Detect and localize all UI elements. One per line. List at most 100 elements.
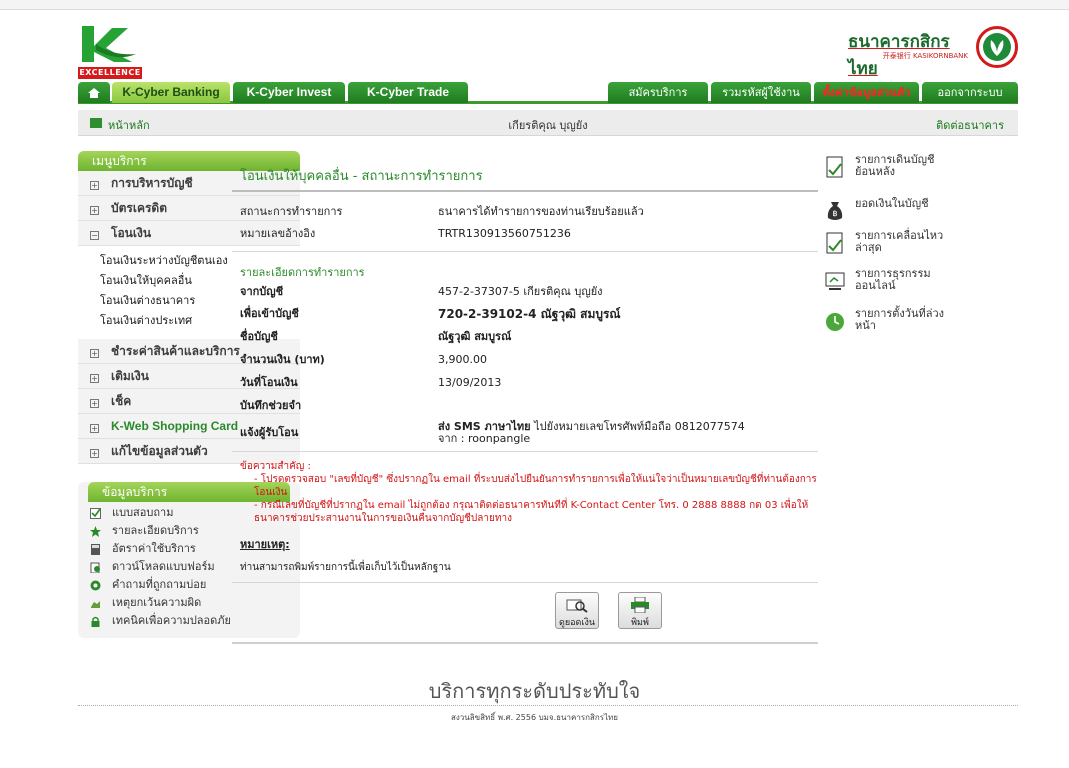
expand-icon: + (90, 424, 99, 433)
tab-k-cyber-invest[interactable]: K-Cyber Invest (233, 82, 345, 103)
bank-name-eng: 开泰银行 KASIKORNBANK (882, 52, 968, 60)
bank-seal-icon (976, 26, 1018, 68)
service-label: เหตุยกเว้นความผิด (112, 596, 202, 609)
detail-header: รายละเอียดการทำรายการ (240, 266, 365, 279)
quick-label: รายการเคลื่อนไหวล่าสุด (855, 229, 944, 254)
monitor-icon (825, 272, 845, 290)
faq-icon (90, 580, 101, 591)
divider (232, 251, 818, 252)
download-icon (90, 562, 100, 573)
expand-icon: + (90, 349, 99, 358)
account-name-value: ณัฐวุฒิ สมบูรณ์ (438, 330, 512, 343)
menu-label: การบริหารบัญชี (111, 176, 193, 190)
tab-user-ids[interactable]: รวมรหัสผู้ใช้งาน (711, 82, 811, 103)
service-label: ดาวน์โหลดแบบฟอร์ม (112, 560, 215, 573)
service-security-tips[interactable]: เทคนิคเพื่อความปลอดภัย (78, 612, 300, 630)
quick-scheduled[interactable]: รายการตั้งวันที่ล่วงหน้า (825, 308, 945, 342)
tab-k-cyber-banking[interactable]: K-Cyber Banking (112, 82, 230, 103)
footer-divider (78, 705, 1018, 706)
clock-icon (826, 313, 844, 331)
menu-label: โอนเงิน (111, 226, 152, 240)
status-label: สถานะการทำรายการ (240, 205, 343, 218)
amount-value: 3,900.00 (438, 353, 487, 366)
magnifier-icon (566, 599, 588, 613)
browser-top-strip (0, 0, 1069, 10)
account-name-label: ชื่อบัญชี (240, 330, 278, 343)
view-balance-button[interactable]: ดูยอดเงิน (555, 592, 599, 629)
important-notice: ข้อความสำคัญ : - โปรดตรวจสอบ "เลขที่บัญช… (240, 460, 818, 525)
bottom-divider (232, 642, 818, 644)
service-exception[interactable]: เหตุยกเว้นความผิด (78, 594, 300, 612)
divider (232, 451, 818, 452)
remark-text: ท่านสามารถพิมพ์รายการนี้เพื่อเก็บไว้เป็น… (240, 562, 451, 573)
notify-from: จาก : roonpangle (438, 432, 531, 445)
home-tab[interactable] (78, 82, 110, 103)
expand-icon: + (90, 181, 99, 190)
expand-icon: + (90, 206, 99, 215)
menu-label: เช็ค (111, 394, 132, 408)
contact-bank-link[interactable]: ติดต่อธนาคาร (936, 116, 1004, 134)
quick-label: รายการธุรกรรมออนไลน์ (855, 267, 931, 292)
money-bag-icon: ฿ (827, 202, 843, 220)
important-title: ข้อความสำคัญ : (240, 461, 311, 472)
reference-value: TRTR130913560751236 (438, 227, 571, 240)
menu-label: เติมเงิน (111, 369, 149, 383)
printer-icon (631, 597, 649, 613)
home-icon (88, 88, 100, 98)
divider (232, 582, 818, 583)
tab-logout[interactable]: ออกจากระบบ (922, 82, 1018, 103)
tab-personal-settings[interactable]: ตั้งค่าข้อมูลส่วนตัว (814, 82, 919, 103)
k-logo-icon (82, 26, 136, 62)
menu-label: แก้ไขข้อมูลส่วนตัว (111, 444, 208, 458)
expand-icon: + (90, 374, 99, 383)
print-button[interactable]: พิมพ์ (618, 592, 662, 629)
from-account-label: จากบัญชี (240, 285, 284, 298)
statement-icon (826, 156, 843, 178)
tab-k-cyber-trade[interactable]: K-Cyber Trade (348, 82, 468, 103)
lock-icon (91, 616, 100, 627)
amount-label: จำนวนเงิน (บาท) (240, 353, 325, 366)
to-account-label: เพื่อเข้าบัญชี (240, 307, 299, 320)
menu-label: บัตรเครดิต (111, 201, 168, 215)
service-label: อัตราค่าใช้บริการ (112, 542, 196, 555)
menu-label: ชำระค่าสินค้าและบริการ (111, 344, 240, 358)
star-icon (90, 526, 101, 537)
to-account-value: 720-2-39102-4 ณัฐวุฒิ สมบูรณ์ (438, 307, 621, 321)
kasikornbank-logo: ธนาคารกสิกรไทย 开泰银行 KASIKORNBANK (848, 24, 1018, 79)
expand-icon: + (90, 399, 99, 408)
transfer-date-label: วันที่โอนเงิน (240, 376, 298, 389)
important-item-2: - กรณีเลขที่บัญชีที่ปรากฏใน email ไม่ถูก… (254, 500, 809, 524)
user-name: เกียรติคุณ บุญยัง (508, 119, 588, 132)
checkbox-icon (90, 508, 101, 519)
excellence-label: EXCELLENCE (78, 67, 142, 79)
svg-text:฿: ฿ (832, 209, 837, 218)
tab-register[interactable]: สมัครบริการ (608, 82, 708, 103)
menu-label: K-Web Shopping Card (111, 419, 239, 433)
sub-header-bar: หน้าหลัก เกียรติคุณ บุญยัง ติดต่อธนาคาร (78, 110, 1018, 136)
view-balance-label: ดูยอดเงิน (559, 618, 595, 628)
collapse-icon: − (90, 231, 99, 240)
from-account-value: 457-2-37307-5 เกียรติคุณ บุญยัง (438, 285, 603, 298)
main-nav: K-Cyber Banking K-Cyber Invest K-Cyber T… (78, 82, 1018, 104)
memo-label: บันทึกช่วยจำ (240, 399, 302, 412)
quick-balance[interactable]: ฿ ยอดเงินในบัญชี (825, 196, 945, 230)
k-excellence-logo[interactable]: EXCELLENCE (78, 24, 142, 79)
service-label: คำถามที่ถูกถามบ่อย (112, 578, 207, 591)
service-faq[interactable]: คำถามที่ถูกถามบ่อย (78, 576, 300, 594)
expand-icon: + (90, 449, 99, 458)
quick-label: รายการตั้งวันที่ล่วงหน้า (855, 307, 945, 332)
page-title: โอนเงินให้บุคคลอื่น - สถานะการทำรายการ (240, 169, 483, 184)
status-value: ธนาคารได้ทำรายการของท่านเรียบร้อยแล้ว (438, 205, 644, 218)
quick-recent-activity[interactable]: รายการเคลื่อนไหวล่าสุด (825, 230, 945, 264)
notify-label: แจ้งผู้รับโอน (240, 426, 299, 439)
title-divider (232, 190, 818, 192)
footer-copyright: สงวนลิขสิทธิ์ พ.ศ. 2556 บมจ.ธนาคารกสิกรไ… (450, 713, 618, 722)
quick-statement-history[interactable]: รายการเดินบัญชีย้อนหลัง (825, 154, 945, 188)
quick-online-transactions[interactable]: รายการธุรกรรมออนไลน์ (825, 268, 945, 302)
reference-label: หมายเลขอ้างอิง (240, 227, 316, 240)
quick-label: รายการเดินบัญชีย้อนหลัง (855, 153, 935, 178)
calculator-icon (91, 544, 100, 555)
service-label: รายละเอียดบริการ (112, 524, 199, 537)
service-label: แบบสอบถาม (112, 506, 174, 519)
service-label: เทคนิคเพื่อความปลอดภัย (112, 614, 231, 627)
